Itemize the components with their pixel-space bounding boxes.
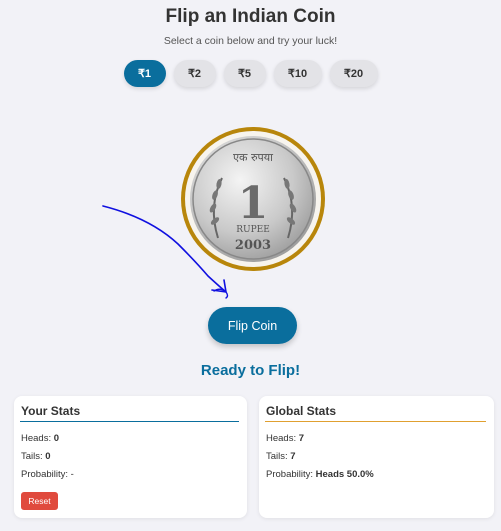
your-probability-value: - [70,469,74,480]
global-tails-value: 7 [290,451,296,462]
your-tails-row: Tails: 0 [21,451,51,462]
coin-script-text: एक रुपया [233,151,273,164]
coin-denomination: RUPEE [236,225,270,235]
your-tails-value: 0 [45,451,51,462]
page-subtitle: Select a coin below and try your luck! [163,35,338,47]
global-tails-row: Tails: 7 [266,451,296,462]
global-stats-divider [265,421,486,422]
global-heads-row: Heads: 7 [266,433,305,444]
coin-tab-10-rupee[interactable]: ₹10 [273,60,322,87]
flip-status: Ready to Flip! [200,362,301,379]
global-probability-value: Heads 50.0% [315,469,374,480]
your-stats-card: Your Stats Heads: 0 Tails: 0 Probability… [14,396,247,518]
coin-selector: ₹1 ₹2 ₹5 ₹10 ₹20 [0,60,501,87]
coin-tab-5-rupee[interactable]: ₹5 [223,60,266,87]
flip-coin-button[interactable]: Flip Coin [208,307,297,344]
coin-year: 2003 [235,238,271,253]
coin-tab-1-rupee[interactable]: ₹1 [123,60,166,87]
global-probability-row: Probability: Heads 50.0% [266,469,374,480]
coin-tab-2-rupee[interactable]: ₹2 [173,60,216,87]
global-stats-title: Global Stats [266,404,337,418]
coin-numeral: 1 [238,178,269,229]
global-stats-card: Global Stats Heads: 7 Tails: 7 Probabili… [259,396,494,518]
your-heads-row: Heads: 0 [21,433,60,444]
your-stats-title: Your Stats [21,404,81,418]
reset-button[interactable]: Reset [21,492,58,510]
coin-tab-20-rupee[interactable]: ₹20 [329,60,378,87]
global-heads-value: 7 [298,433,305,444]
page-title: Flip an Indian Coin [165,6,336,27]
your-probability-row: Probability: - [21,469,74,480]
your-stats-divider [20,421,239,422]
coin-image[interactable]: एक रुपया 1 RUPEE 2003 [180,126,326,272]
your-heads-value: 0 [53,433,60,444]
